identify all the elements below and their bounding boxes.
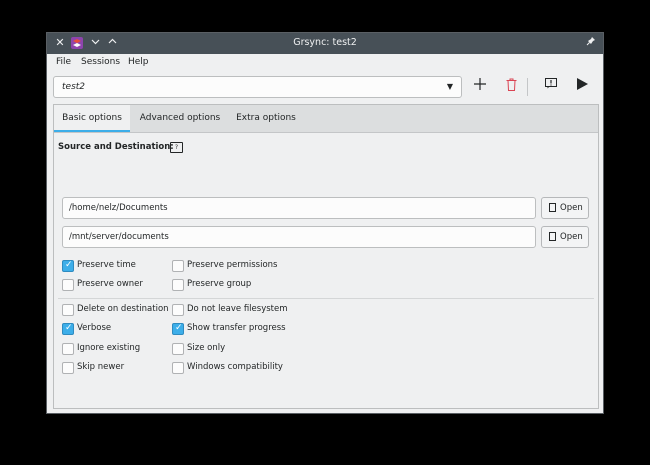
add-session-button[interactable] (470, 78, 490, 96)
session-select[interactable]: test2 ▼ (53, 76, 462, 98)
checkbox-box: ✓ (172, 279, 184, 291)
tab-extra-options[interactable]: Extra options (230, 105, 302, 132)
tab-label: Extra options (236, 113, 296, 123)
dropdown-arrow-icon: ▼ (446, 82, 453, 91)
menu-file[interactable]: File (56, 57, 71, 67)
window-title: Grsync: test2 (293, 37, 357, 48)
checkbox-box: ✓ (62, 304, 74, 316)
checkbox-label: Preserve owner (77, 279, 143, 289)
menu-bar: File Sessions Help (47, 54, 603, 72)
checkbox-box: ✓ (172, 260, 184, 272)
toolbar: test2 ▼ (47, 72, 603, 104)
session-value: test2 (62, 82, 86, 92)
tab-label: Basic options (62, 113, 122, 123)
active-tab-indicator (54, 130, 130, 132)
file-icon (549, 203, 556, 212)
options-panel: Basic options Advanced options Extra opt… (53, 104, 599, 409)
checkbox-label: Preserve time (77, 260, 136, 270)
options-divider (58, 298, 594, 299)
tab-advanced-options[interactable]: Advanced options (134, 105, 226, 132)
checkbox-box: ✓ (62, 279, 74, 291)
add-session-icon (474, 78, 486, 90)
toolbar-separator (527, 78, 528, 96)
checkbox-label: Do not leave filesystem (187, 304, 288, 314)
simulate-button[interactable] (541, 78, 561, 96)
checkbox-label: Ignore existing (77, 343, 141, 353)
help-tooltip-icon[interactable]: ? (170, 142, 183, 153)
checkbox-box: ✓ (172, 343, 184, 355)
checkbox-label: Size only (187, 343, 226, 353)
checkbox-label: Preserve permissions (187, 260, 278, 270)
checkbox-label: Preserve group (187, 279, 252, 289)
pin-icon[interactable] (584, 36, 598, 50)
checkbox-box: ✓ (62, 343, 74, 355)
source-destination-label: Source and Destination: (58, 142, 174, 152)
checkbox-box: ✓ (62, 362, 74, 374)
title-bar[interactable]: ✕ Grsync: test2 (47, 33, 603, 54)
checkbox-box: ✓ (172, 362, 184, 374)
run-icon (576, 78, 588, 90)
checkbox-label: Skip newer (77, 362, 125, 372)
checkbox-box: ✓ (172, 323, 184, 335)
checkbox-label: Verbose (77, 323, 112, 333)
delete-session-icon (506, 78, 516, 91)
tab-basic-options[interactable]: Basic options (54, 105, 130, 132)
run-button[interactable] (572, 78, 592, 96)
tab-label: Advanced options (139, 113, 221, 123)
open-label: Open (560, 232, 583, 242)
checkbox-label: Delete on destination (77, 304, 169, 314)
open-label: Open (560, 203, 583, 213)
checkbox-box: ✓ (172, 304, 184, 316)
destination-open-button[interactable]: Open (541, 226, 589, 248)
delete-session-button[interactable] (501, 78, 521, 96)
checkbox-box: ✓ (62, 323, 74, 335)
tab-bar: Basic options Advanced options Extra opt… (54, 105, 598, 133)
checkbox-box: ✓ (62, 260, 74, 272)
checkbox-label: Windows compatibility (187, 362, 283, 372)
menu-sessions[interactable]: Sessions (81, 57, 120, 67)
source-path-value: /home/nelz/Documents (69, 203, 168, 213)
destination-path-field[interactable]: /mnt/server/documents (62, 226, 536, 248)
menu-help[interactable]: Help (128, 57, 149, 67)
file-icon (549, 232, 556, 241)
checkbox-label: Show transfer progress (187, 323, 286, 333)
grsync-window: ✕ Grsync: test2 File Sessions Help test2… (46, 32, 604, 414)
destination-path-value: /mnt/server/documents (69, 232, 169, 242)
simulate-icon (545, 78, 557, 89)
source-path-field[interactable]: /home/nelz/Documents (62, 197, 536, 219)
source-open-button[interactable]: Open (541, 197, 589, 219)
